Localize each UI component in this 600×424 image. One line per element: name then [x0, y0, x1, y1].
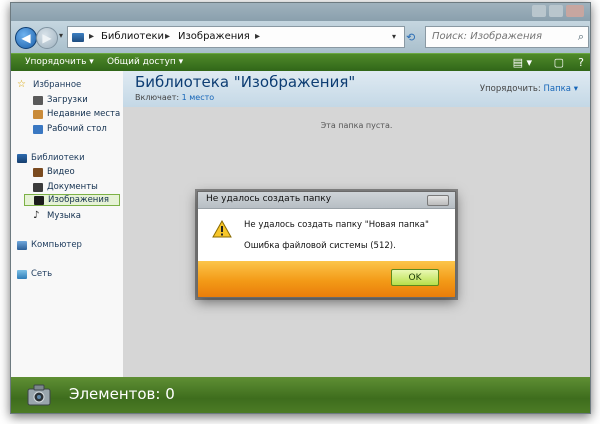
dialog-body: Не удалось создать папку "Новая папка" О…	[198, 209, 455, 261]
downloads-icon	[33, 95, 43, 105]
nav-item-label: Загрузки	[47, 95, 88, 105]
arrange-by: Упорядочить: Папка ▾	[480, 84, 578, 94]
nav-item-label: Изображения	[48, 195, 110, 205]
dialog-title: Не удалось создать папку	[206, 194, 332, 204]
details-pane: Элементов: 0	[11, 377, 590, 413]
view-options-icon[interactable]: ▤ ▾	[513, 56, 532, 69]
page-title: Библиотека "Изображения"	[135, 73, 356, 91]
star-icon: ☆	[17, 79, 26, 90]
documents-icon	[33, 182, 43, 192]
history-dropdown-icon[interactable]: ▾	[59, 31, 63, 40]
nav-item-downloads[interactable]: Загрузки	[33, 94, 88, 106]
back-button[interactable]: ◀	[15, 27, 37, 49]
error-dialog: Не удалось создать папку Не удалось созд…	[197, 191, 456, 298]
share-menu-button[interactable]: Общий доступ ▾	[107, 57, 183, 67]
address-row: ◀ ▶ ▾ ▸ Библиотеки ▸ Изображения ▸ ▾ ⟲ ⌕	[11, 21, 590, 53]
nav-item-label: Музыка	[47, 211, 81, 221]
nav-favorites[interactable]: ☆ Избранное	[17, 79, 81, 91]
nav-favorites-label: Избранное	[33, 80, 82, 90]
close-icon[interactable]	[566, 5, 584, 17]
arrange-menu-button[interactable]: Упорядочить ▾	[25, 57, 94, 67]
nav-item-music[interactable]: ♪ Музыка	[33, 210, 81, 222]
nav-item-recent-places[interactable]: Недавние места	[33, 108, 120, 120]
dialog-title-bar: Не удалось создать папку	[198, 192, 455, 209]
library-includes: Включает: 1 место	[135, 93, 214, 102]
empty-folder-message: Эта папка пуста.	[320, 121, 393, 130]
dialog-message: Не удалось создать папку "Новая папка"	[244, 220, 429, 230]
nav-item-images[interactable]: Изображения	[24, 194, 120, 206]
maximize-icon[interactable]	[549, 5, 563, 17]
includes-locations-link[interactable]: 1 место	[182, 93, 215, 102]
search-icon[interactable]: ⌕	[578, 30, 584, 44]
images-icon	[34, 195, 44, 205]
dialog-error-text: Ошибка файловой системы (512).	[244, 241, 396, 251]
toolbar: Упорядочить ▾ Общий доступ ▾ ▤ ▾ ▢ ?	[11, 53, 590, 72]
library-icon	[72, 33, 84, 42]
nav-libraries[interactable]: Библиотеки	[17, 152, 85, 164]
window-title-bar	[11, 3, 590, 21]
nav-item-desktop[interactable]: Рабочий стол	[33, 123, 107, 135]
address-bar[interactable]: ▸ Библиотеки ▸ Изображения ▸ ▾	[67, 26, 405, 48]
video-icon	[33, 167, 43, 177]
camera-icon	[27, 384, 51, 406]
help-icon[interactable]: ?	[578, 56, 584, 69]
library-header: Библиотека "Изображения" Включает: 1 мес…	[123, 71, 590, 107]
desktop-icon	[33, 124, 43, 134]
nav-network-label: Сеть	[31, 269, 53, 279]
network-icon	[17, 269, 27, 279]
address-dropdown-icon[interactable]: ▾	[392, 32, 396, 41]
search-input[interactable]	[432, 31, 562, 42]
minimize-icon[interactable]	[532, 5, 546, 17]
arrange-by-label: Упорядочить:	[479, 84, 541, 94]
breadcrumb-separator[interactable]: ▸	[165, 31, 170, 42]
breadcrumb-separator[interactable]: ▸	[255, 31, 260, 42]
navigation-pane: ☆ Избранное Загрузки Недавние места Рабо…	[11, 71, 124, 377]
arrow-right-icon: ▶	[42, 31, 52, 45]
libraries-icon	[17, 153, 27, 163]
nav-libraries-label: Библиотеки	[31, 153, 85, 163]
includes-label: Включает:	[135, 93, 180, 102]
nav-item-documents[interactable]: Документы	[33, 181, 98, 193]
refresh-icon[interactable]: ⟲	[406, 31, 415, 44]
nav-computer[interactable]: Компьютер	[17, 239, 82, 251]
music-icon: ♪	[33, 210, 40, 221]
items-count: Элементов: 0	[69, 385, 175, 403]
warning-icon	[212, 220, 232, 238]
breadcrumb-images[interactable]: Изображения	[178, 31, 250, 42]
nav-item-label: Рабочий стол	[47, 124, 107, 134]
dialog-footer: OK	[198, 261, 455, 297]
dialog-close-button[interactable]	[427, 195, 449, 206]
forward-button[interactable]: ▶	[36, 27, 58, 49]
preview-pane-icon[interactable]: ▢	[554, 56, 564, 69]
nav-network[interactable]: Сеть	[17, 268, 52, 280]
breadcrumb-separator[interactable]: ▸	[89, 31, 94, 42]
ok-button[interactable]: OK	[391, 269, 439, 286]
breadcrumb-libraries[interactable]: Библиотеки	[101, 31, 164, 42]
nav-item-label: Видео	[47, 167, 75, 177]
nav-item-label: Документы	[47, 182, 98, 192]
computer-icon	[17, 240, 27, 250]
recent-places-icon	[33, 109, 43, 119]
search-box[interactable]: ⌕	[425, 26, 589, 48]
nav-item-video[interactable]: Видео	[33, 166, 75, 178]
arrange-by-dropdown[interactable]: Папка ▾	[544, 84, 578, 94]
arrow-left-icon: ◀	[21, 31, 31, 45]
nav-item-label: Недавние места	[47, 109, 121, 119]
nav-computer-label: Компьютер	[31, 240, 82, 250]
